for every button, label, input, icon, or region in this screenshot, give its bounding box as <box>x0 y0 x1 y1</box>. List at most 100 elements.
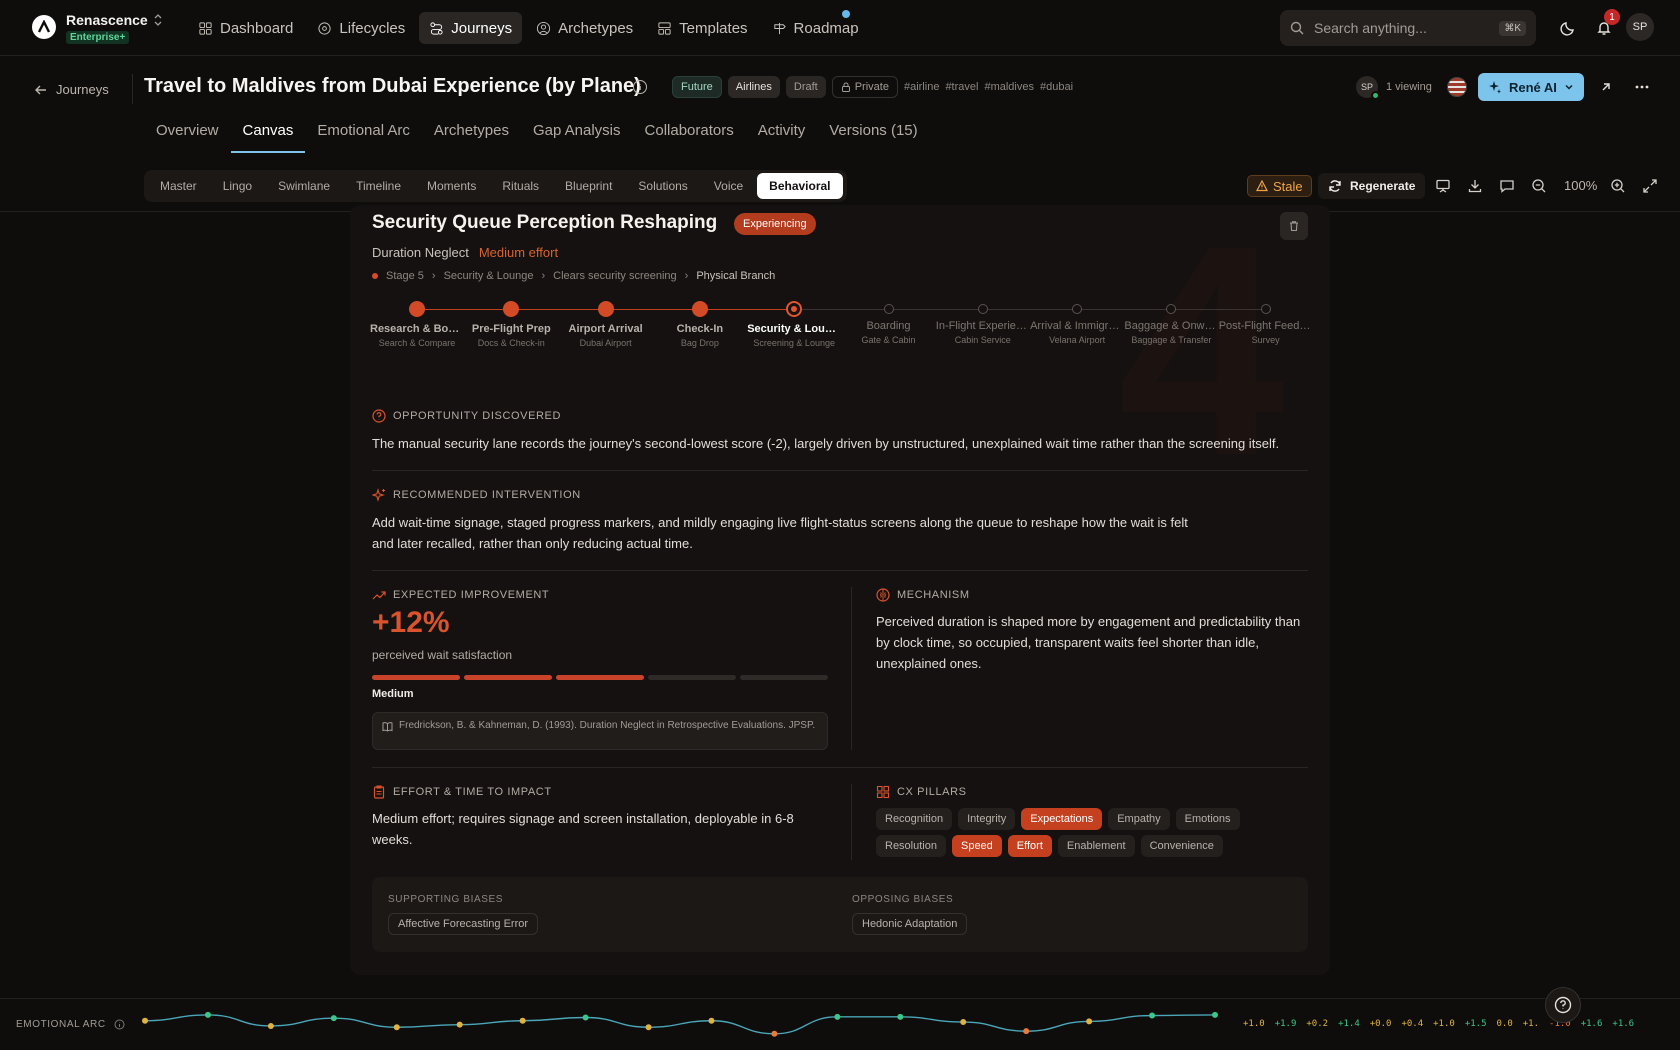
arc-point[interactable] <box>834 1013 841 1020</box>
cx-pillar-chip[interactable]: Convenience <box>1140 835 1223 857</box>
breadcrumb-item[interactable]: Clears security screening <box>553 270 677 282</box>
zoom-out-button[interactable] <box>1529 176 1549 196</box>
nav-templates[interactable]: Templates <box>647 12 757 44</box>
tab-collaborators[interactable]: Collaborators <box>633 116 746 153</box>
nav-dashboard[interactable]: Dashboard <box>188 12 303 44</box>
delete-solution-button[interactable] <box>1280 212 1308 240</box>
view-swimlane[interactable]: Swimlane <box>266 173 342 199</box>
view-rituals[interactable]: Rituals <box>490 173 551 199</box>
arc-point[interactable] <box>645 1024 652 1031</box>
download-button[interactable] <box>1465 176 1485 196</box>
breadcrumb-item[interactable]: Security & Lounge <box>444 270 534 282</box>
stage-step[interactable]: Check-In Bag Drop <box>653 300 747 348</box>
fullscreen-button[interactable] <box>1640 176 1660 196</box>
breadcrumb-item[interactable]: Stage 5 <box>386 270 424 282</box>
collaborator-avatar[interactable] <box>1447 77 1467 97</box>
open-external-button[interactable] <box>1594 75 1618 99</box>
hashtag[interactable]: #airline <box>904 81 939 93</box>
zoom-in-button[interactable] <box>1608 176 1628 196</box>
info-icon[interactable] <box>114 1019 125 1030</box>
hashtag[interactable]: #maldives <box>984 81 1034 93</box>
theme-toggle-button[interactable] <box>1558 18 1578 38</box>
opposing-bias-chip[interactable]: Hedonic Adaptation <box>852 913 968 935</box>
arc-point[interactable] <box>708 1017 715 1024</box>
more-options-button[interactable] <box>1630 75 1654 99</box>
arc-point[interactable] <box>330 1015 337 1022</box>
stage-step[interactable]: Pre-Flight Prep Docs & Check-in <box>464 300 558 348</box>
arc-point[interactable] <box>960 1019 967 1026</box>
hashtag[interactable]: #travel <box>945 81 978 93</box>
stage-step[interactable]: Research & Booking Search & Compare <box>370 300 464 348</box>
arc-point[interactable] <box>142 1017 148 1024</box>
renascence-logo[interactable] <box>32 15 56 39</box>
stale-badge[interactable]: Stale <box>1247 175 1312 197</box>
presentation-button[interactable] <box>1433 176 1453 196</box>
workspace-switcher[interactable]: Renascence Enterprise+ <box>66 12 162 44</box>
arc-point[interactable] <box>1023 1028 1030 1035</box>
view-lingo[interactable]: Lingo <box>211 173 264 199</box>
arc-point[interactable] <box>456 1021 463 1028</box>
cx-pillar-chip[interactable]: Effort <box>1007 835 1052 857</box>
cx-pillar-chip[interactable]: Speed <box>951 835 1002 857</box>
nav-roadmap[interactable]: Roadmap <box>762 12 869 44</box>
journey-info-button[interactable] <box>632 79 648 98</box>
supporting-bias-chip[interactable]: Affective Forecasting Error <box>388 913 539 935</box>
tab-versions[interactable]: Versions (15) <box>817 116 929 153</box>
cx-pillar-chip[interactable]: Recognition <box>876 808 953 830</box>
arc-point[interactable] <box>267 1022 274 1029</box>
stage-step[interactable]: Boarding Gate & Cabin <box>842 300 936 345</box>
tab-overview[interactable]: Overview <box>144 116 231 153</box>
arc-point[interactable] <box>582 1014 589 1021</box>
industry-tag[interactable]: Airlines <box>727 76 780 98</box>
comments-button[interactable] <box>1497 176 1517 196</box>
view-solutions[interactable]: Solutions <box>626 173 699 199</box>
arc-point[interactable] <box>393 1024 400 1031</box>
cx-pillar-chip[interactable]: Integrity <box>958 808 1016 830</box>
hashtag[interactable]: #dubai <box>1040 81 1073 93</box>
arc-point[interactable] <box>519 1017 526 1024</box>
nav-lifecycles[interactable]: Lifecycles <box>307 12 415 44</box>
status-tag[interactable]: Future <box>672 76 722 98</box>
stage-step[interactable]: Baggage & Onward Baggage & Transfer <box>1124 300 1218 345</box>
arc-point[interactable] <box>1086 1018 1093 1025</box>
view-moments[interactable]: Moments <box>415 173 488 199</box>
help-button[interactable] <box>1545 987 1581 1023</box>
arc-point[interactable] <box>771 1030 778 1037</box>
arc-point[interactable] <box>204 1011 211 1018</box>
stage-step[interactable]: In-Flight Experience Cabin Service <box>936 300 1030 345</box>
user-avatar[interactable]: SP <box>1626 13 1654 41</box>
tab-activity[interactable]: Activity <box>746 116 818 153</box>
view-behavioral[interactable]: Behavioral <box>757 173 843 199</box>
view-blueprint[interactable]: Blueprint <box>553 173 624 199</box>
stage-step[interactable]: Airport Arrival Dubai Airport <box>559 300 653 348</box>
tab-canvas[interactable]: Canvas <box>230 116 306 153</box>
nav-journeys[interactable]: Journeys <box>419 12 523 44</box>
rene-ai-button[interactable]: René AI <box>1478 73 1584 101</box>
tab-archetypes[interactable]: Archetypes <box>422 116 521 153</box>
cx-pillar-chip[interactable]: Emotions <box>1175 808 1240 830</box>
stage-step[interactable]: Arrival & Immigration Velana Airport <box>1030 300 1124 345</box>
view-master[interactable]: Master <box>148 173 209 199</box>
research-citation[interactable]: Fredrickson, B. & Kahneman, D. (1993). D… <box>372 712 828 750</box>
stage-step[interactable]: Post-Flight Feedback Survey <box>1219 300 1313 345</box>
nav-archetypes[interactable]: Archetypes <box>526 12 643 44</box>
arc-point[interactable] <box>897 1013 904 1020</box>
arc-point[interactable] <box>1212 1011 1218 1018</box>
tab-gap-analysis[interactable]: Gap Analysis <box>521 116 633 153</box>
view-timeline[interactable]: Timeline <box>344 173 413 199</box>
cx-pillar-chip[interactable]: Resolution <box>876 835 946 857</box>
regenerate-button[interactable]: Regenerate <box>1318 173 1426 199</box>
cx-pillar-chip[interactable]: Enablement <box>1057 835 1135 857</box>
presence-indicator[interactable]: SP 1 viewing <box>1356 76 1432 100</box>
visibility-tag[interactable]: Private <box>831 76 898 98</box>
view-voice[interactable]: Voice <box>702 173 755 199</box>
arc-point[interactable] <box>1149 1012 1156 1019</box>
emotional-arc-sparkline[interactable] <box>130 1007 1230 1041</box>
global-search[interactable]: Search anything... ⌘K <box>1280 10 1536 46</box>
cx-pillar-chip[interactable]: Expectations <box>1021 808 1103 830</box>
cx-pillar-chip[interactable]: Empathy <box>1108 808 1170 830</box>
stage-step[interactable]: Security & Lounge Screening & Lounge <box>747 300 841 348</box>
tab-emotional-arc[interactable]: Emotional Arc <box>305 116 422 153</box>
draft-tag[interactable]: Draft <box>785 76 826 98</box>
back-to-journeys-link[interactable]: Journeys <box>34 82 109 97</box>
